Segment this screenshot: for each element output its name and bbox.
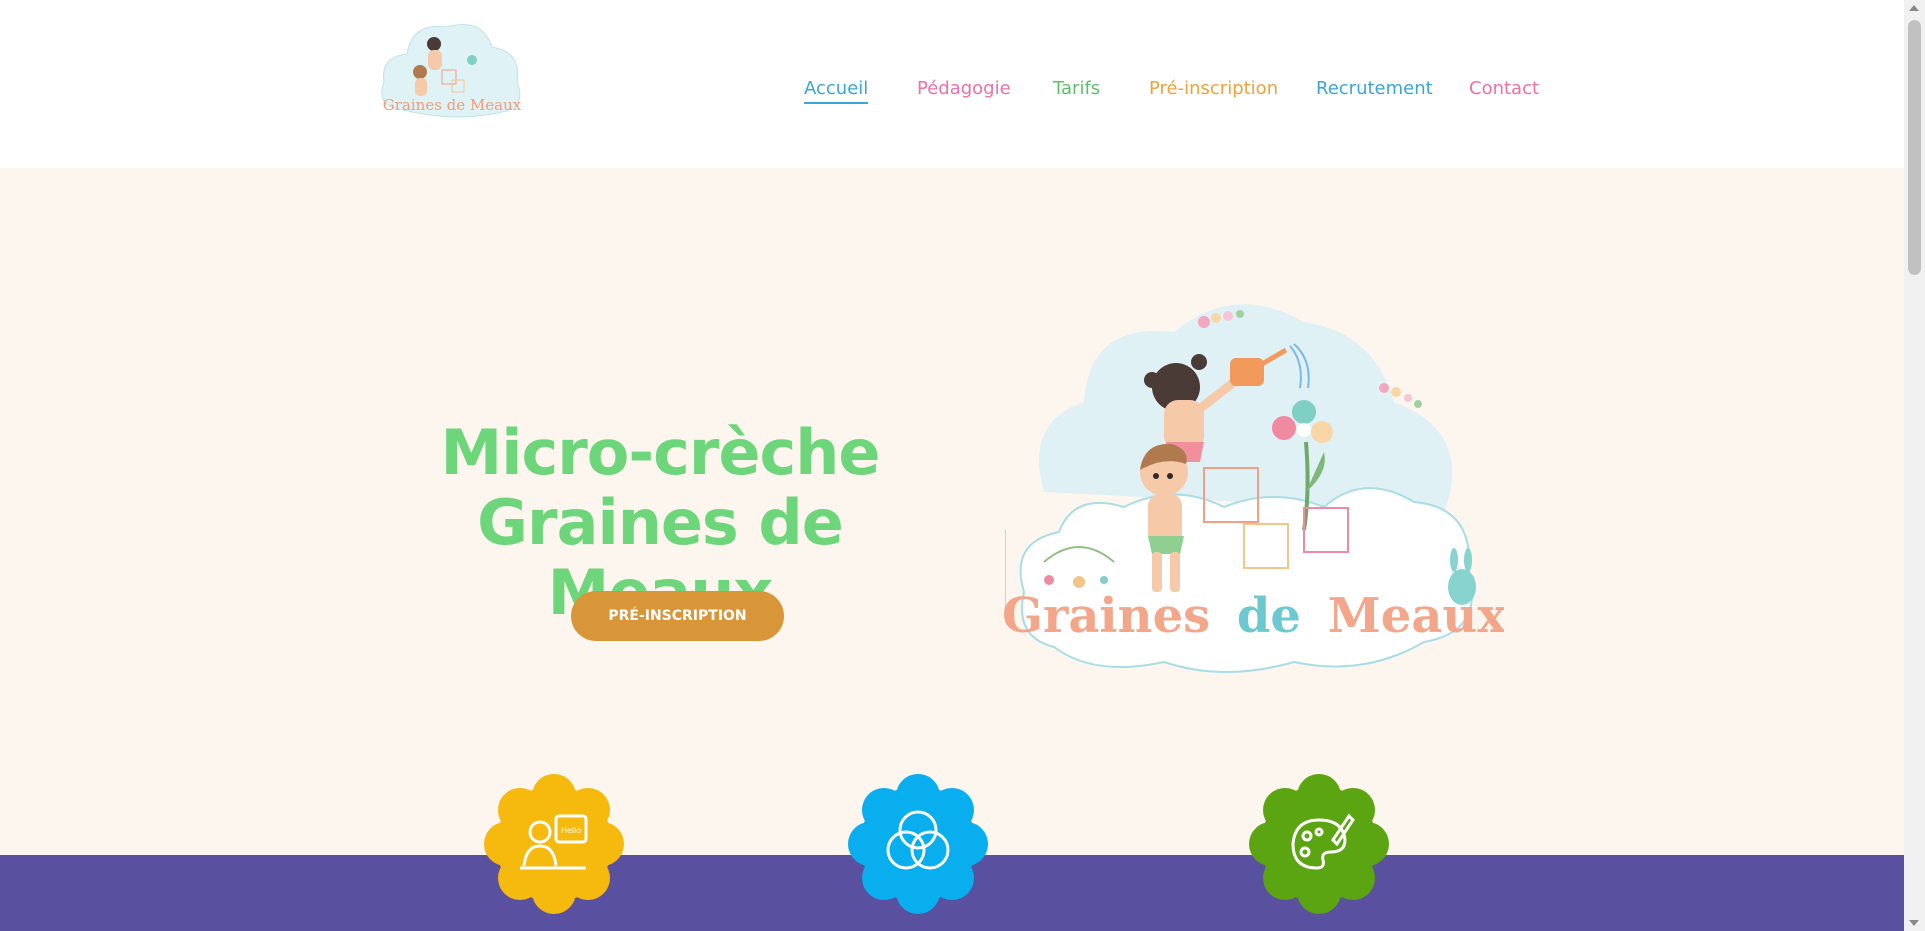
hero-illustration: Graines de Meaux — [1004, 304, 1504, 673]
hero-section: Micro-crèche Graines de Meaux PRÉ-INSCRI… — [0, 168, 1904, 855]
main-navigation: Accueil Pédagogie Tarifs Pré-inscription… — [0, 78, 1904, 118]
nav-item-pre-inscription[interactable]: Pré-inscription — [1149, 78, 1278, 99]
site-header: Graines de Meaux Accueil Pédagogie Tarif… — [0, 0, 1904, 168]
nav-item-contact[interactable]: Contact — [1469, 78, 1539, 99]
nav-item-recrutement[interactable]: Recrutement — [1316, 78, 1433, 99]
nav-item-accueil[interactable]: Accueil — [804, 78, 869, 104]
nav-item-pedagogie[interactable]: Pédagogie — [917, 78, 1011, 99]
svg-text:Hello: Hello — [561, 826, 581, 835]
pre-inscription-button[interactable]: PRÉ-INSCRIPTION — [571, 591, 784, 641]
illustration-brand-text: Graines de Meaux — [1004, 588, 1504, 644]
feature-badge-creativity[interactable] — [1245, 770, 1393, 918]
hero-title-line-1: Micro-crèche — [440, 416, 881, 489]
nav-item-tarifs[interactable]: Tarifs — [1053, 78, 1100, 99]
scroll-down-arrow-icon[interactable] — [1909, 920, 1919, 926]
scrollbar-thumb[interactable] — [1908, 20, 1921, 275]
page-scrollbar[interactable] — [1904, 0, 1925, 931]
feature-badge-collaboration[interactable] — [844, 770, 992, 918]
feature-badge-teaching[interactable]: Hello — [480, 770, 628, 918]
scroll-up-arrow-icon[interactable] — [1909, 5, 1919, 11]
